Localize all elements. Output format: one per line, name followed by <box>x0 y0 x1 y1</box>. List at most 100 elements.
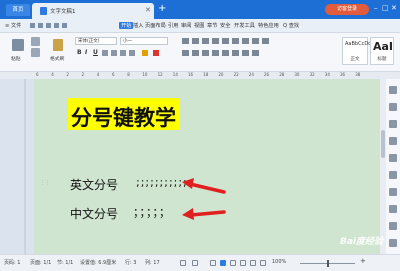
ruler-number: 24 <box>248 72 254 77</box>
add-tab-icon[interactable]: + <box>158 3 166 14</box>
eye-protection-icon[interactable] <box>260 260 266 266</box>
menu-references[interactable]: 引用 <box>168 22 178 29</box>
zoom-slider-knob[interactable] <box>327 260 329 267</box>
paste-label: 粘贴 <box>11 57 21 62</box>
spell-check-icon[interactable] <box>192 260 198 266</box>
ruler-number: 12 <box>157 72 163 77</box>
pen-icon[interactable] <box>389 103 397 111</box>
chinese-semicolon-label[interactable]: 中文分号 <box>70 205 118 222</box>
toolbox-icon[interactable] <box>389 239 397 247</box>
menu-security[interactable]: 安全 <box>220 22 230 29</box>
grid-icon[interactable] <box>389 205 397 213</box>
layout-icon[interactable] <box>389 154 397 162</box>
settings-icon[interactable] <box>389 222 397 230</box>
style-title[interactable]: AaI 标题 <box>370 37 394 65</box>
pointer-icon[interactable] <box>389 86 397 94</box>
view-outline-icon[interactable] <box>230 260 236 266</box>
close-icon[interactable]: ✕ <box>391 4 397 12</box>
style-title-sample: AaI <box>373 40 394 53</box>
style-normal-sample: AaBbCcDd <box>345 41 372 47</box>
font-format-icons[interactable] <box>102 49 172 58</box>
scrollbar-thumb[interactable] <box>381 130 385 158</box>
watermark: Bai度经验 <box>340 237 384 247</box>
font-name-select[interactable]: 宋体(正文) <box>75 37 117 45</box>
paragraph-handle-icon[interactable]: ⋮⋮ <box>40 180 50 186</box>
login-button[interactable]: 访客登录 <box>325 4 369 15</box>
status-column[interactable]: 列: 17 <box>145 259 160 266</box>
search-button[interactable]: Q 查找 <box>283 22 299 29</box>
ruler-number: 36 <box>340 72 346 77</box>
menu-chapter[interactable]: 章节 <box>207 22 217 29</box>
page-icon[interactable] <box>389 137 397 145</box>
status-page-number[interactable]: 页码: 1 <box>4 259 20 266</box>
ruler-number: 6 <box>36 72 39 77</box>
menu-review[interactable]: 审阅 <box>181 22 191 29</box>
tab-home[interactable]: 首页 <box>6 4 30 16</box>
copy-icon[interactable] <box>31 48 40 57</box>
maximize-icon[interactable]: □ <box>382 4 389 12</box>
word-count-icon[interactable] <box>180 260 186 266</box>
image-icon[interactable] <box>389 171 397 179</box>
ruler-number: 34 <box>324 72 330 77</box>
ruler-number: 4 <box>51 72 54 77</box>
arrow-icon-chinese <box>182 208 226 220</box>
menu-start[interactable]: 开始 <box>119 22 134 29</box>
close-tab-icon[interactable]: ✕ <box>145 6 151 14</box>
ruler-number: 30 <box>294 72 300 77</box>
title-bar: 首页 文字文稿1 ✕ + 访客登录 – □ ✕ <box>0 0 400 19</box>
italic-button[interactable]: I <box>85 49 87 56</box>
view-page-icon[interactable] <box>210 260 216 266</box>
ruler-number: 2 <box>81 72 85 77</box>
ruler-number: 22 <box>233 72 239 77</box>
ruler-number: 32 <box>309 72 315 77</box>
menu-features[interactable]: 特色应用 <box>258 22 279 29</box>
ruler-number: 26 <box>264 72 270 77</box>
ruler-number: 28 <box>279 72 285 77</box>
left-margin <box>0 79 34 254</box>
quick-access-toolbar[interactable] <box>30 23 70 29</box>
status-pages[interactable]: 页面: 1/1 <box>30 259 51 266</box>
menu-view[interactable]: 视图 <box>194 22 204 29</box>
english-semicolon-value[interactable]: ;;;;;;;;;;; <box>136 176 188 189</box>
cut-icon[interactable] <box>31 37 40 46</box>
ruler-number: 10 <box>142 72 148 77</box>
ruler-number: 38 <box>355 72 361 77</box>
toolbar: 粘贴 格式刷 宋体(正文) 小一 B I U AaBbCcDd 正文 AaI 标… <box>0 33 400 72</box>
tab-document[interactable]: 文字文稿1 ✕ <box>32 3 154 19</box>
font-size-select[interactable]: 小一 <box>120 37 168 45</box>
style-normal-label: 正文 <box>350 57 360 62</box>
paste-icon[interactable] <box>12 39 24 51</box>
menu-file[interactable]: ≡ 文件 <box>5 22 21 29</box>
zoom-in-icon[interactable]: + <box>360 257 366 265</box>
document-heading[interactable]: 分号键教学 <box>71 102 176 132</box>
format-painter-icon[interactable] <box>53 39 63 51</box>
style-title-label: 标题 <box>377 57 387 62</box>
horizontal-ruler[interactable]: 6 4 2 2 4 6 8 10 12 14 16 18 20 22 24 26 28 30 32 34 36 38 <box>0 72 400 79</box>
ribbon-menu: ≡ 文件 开始 插入 页面布局 引用 审阅 视图 章节 安全 开发工具 特色应用… <box>0 19 400 33</box>
menu-page-layout[interactable]: 页面布局 <box>145 22 166 29</box>
menu-insert[interactable]: 插入 <box>133 22 143 29</box>
status-line[interactable]: 行: 3 <box>125 259 136 266</box>
ruler-number: 8 <box>127 72 130 77</box>
chart-icon[interactable] <box>389 188 397 196</box>
status-section[interactable]: 节: 1/1 <box>57 259 73 266</box>
english-semicolon-label[interactable]: 英文分号 <box>70 176 118 193</box>
ruler-number: 6 <box>112 72 115 77</box>
status-position[interactable]: 设置值: 6.9厘米 <box>80 259 116 266</box>
shape-icon[interactable] <box>389 120 397 128</box>
view-normal-icon[interactable] <box>220 260 226 266</box>
format-painter-label: 格式刷 <box>50 57 65 62</box>
chinese-semicolon-value[interactable]: ；；；；； <box>133 204 171 220</box>
minimize-icon[interactable]: – <box>374 4 378 12</box>
ruler-number: 4 <box>96 72 100 77</box>
underline-button[interactable]: U <box>93 49 98 56</box>
view-read-icon[interactable] <box>250 260 256 266</box>
bold-button[interactable]: B <box>77 49 82 56</box>
zoom-level[interactable]: 100% <box>272 259 286 265</box>
document-tab-title: 文字文稿1 <box>50 9 76 15</box>
style-normal[interactable]: AaBbCcDd 正文 <box>342 37 372 65</box>
view-web-icon[interactable] <box>240 260 246 266</box>
paragraph-format-icons[interactable] <box>182 37 300 61</box>
menu-developer[interactable]: 开发工具 <box>234 22 255 29</box>
ruler-number: 14 <box>172 72 178 77</box>
